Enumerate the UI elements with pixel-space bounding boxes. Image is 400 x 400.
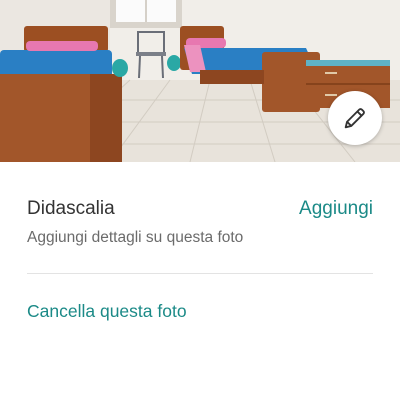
pencil-icon xyxy=(344,108,365,129)
edit-photo-button[interactable] xyxy=(328,91,382,145)
caption-row: Didascalia Aggiungi xyxy=(27,196,373,222)
add-caption-link[interactable]: Aggiungi xyxy=(299,198,373,220)
caption-title: Didascalia xyxy=(27,198,115,219)
divider xyxy=(27,273,373,274)
delete-photo-link[interactable]: Cancella questa foto xyxy=(27,301,187,322)
caption-description: Aggiungi dettagli su questa foto xyxy=(27,229,244,246)
room-photo xyxy=(0,0,400,162)
